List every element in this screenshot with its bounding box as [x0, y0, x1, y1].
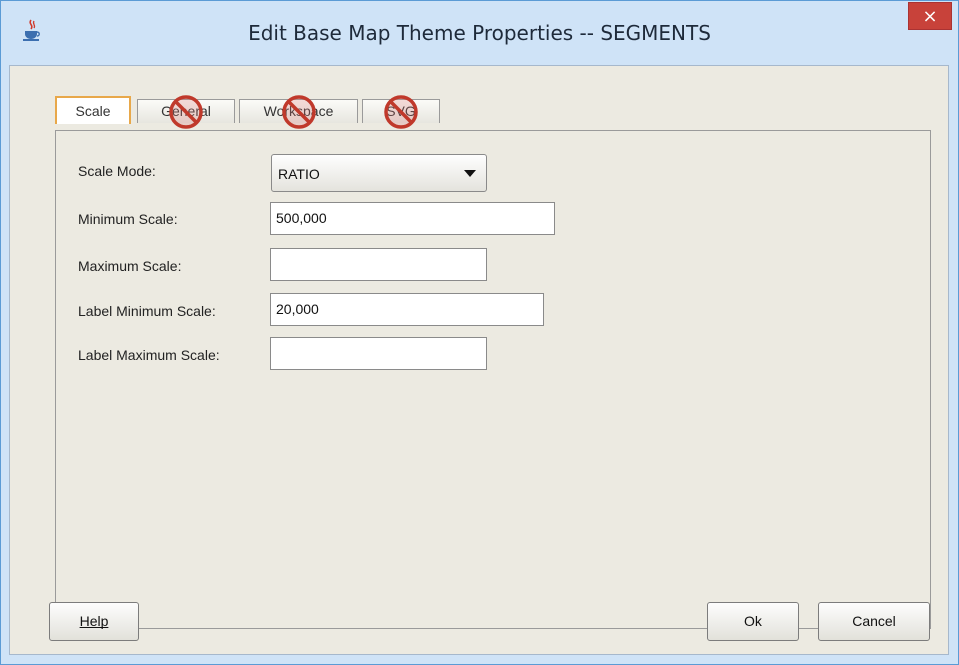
label-max-scale-input[interactable] [270, 337, 487, 370]
label-max-scale-label: Label Maximum Scale: [78, 347, 220, 363]
tab-workspace[interactable]: Workspace [239, 94, 358, 129]
title-bar[interactable]: Edit Base Map Theme Properties -- SEGMEN… [1, 1, 958, 65]
max-scale-input[interactable] [270, 248, 487, 281]
ok-button[interactable]: Ok [707, 602, 799, 641]
help-button[interactable]: Help [49, 602, 139, 641]
scale-mode-select[interactable]: RATIO [271, 154, 487, 192]
label-min-scale-input[interactable]: 20,000 [270, 293, 544, 326]
disabled-icon [281, 94, 316, 129]
scale-mode-label: Scale Mode: [78, 163, 156, 179]
tab-scale-label: Scale [75, 103, 111, 119]
close-button[interactable]: × [908, 2, 952, 30]
min-scale-input[interactable]: 500,000 [270, 202, 555, 235]
dialog-window: Edit Base Map Theme Properties -- SEGMEN… [0, 0, 959, 665]
disabled-icon [384, 94, 418, 129]
window-title: Edit Base Map Theme Properties -- SEGMEN… [248, 21, 711, 45]
tab-general[interactable]: General [137, 94, 235, 129]
scale-mode-value: RATIO [278, 166, 320, 182]
chevron-down-icon [464, 170, 476, 177]
disabled-icon [169, 94, 203, 129]
label-min-scale-label: Label Minimum Scale: [78, 303, 216, 319]
help-button-label: Help [79, 613, 109, 629]
tab-scale[interactable]: Scale [55, 96, 131, 124]
max-scale-label: Maximum Scale: [78, 258, 182, 274]
cancel-button-label: Cancel [852, 613, 896, 629]
min-scale-label: Minimum Scale: [78, 211, 178, 227]
cancel-button[interactable]: Cancel [818, 602, 930, 641]
ok-button-label: Ok [744, 613, 762, 629]
tab-svg[interactable]: SVG [362, 94, 440, 129]
